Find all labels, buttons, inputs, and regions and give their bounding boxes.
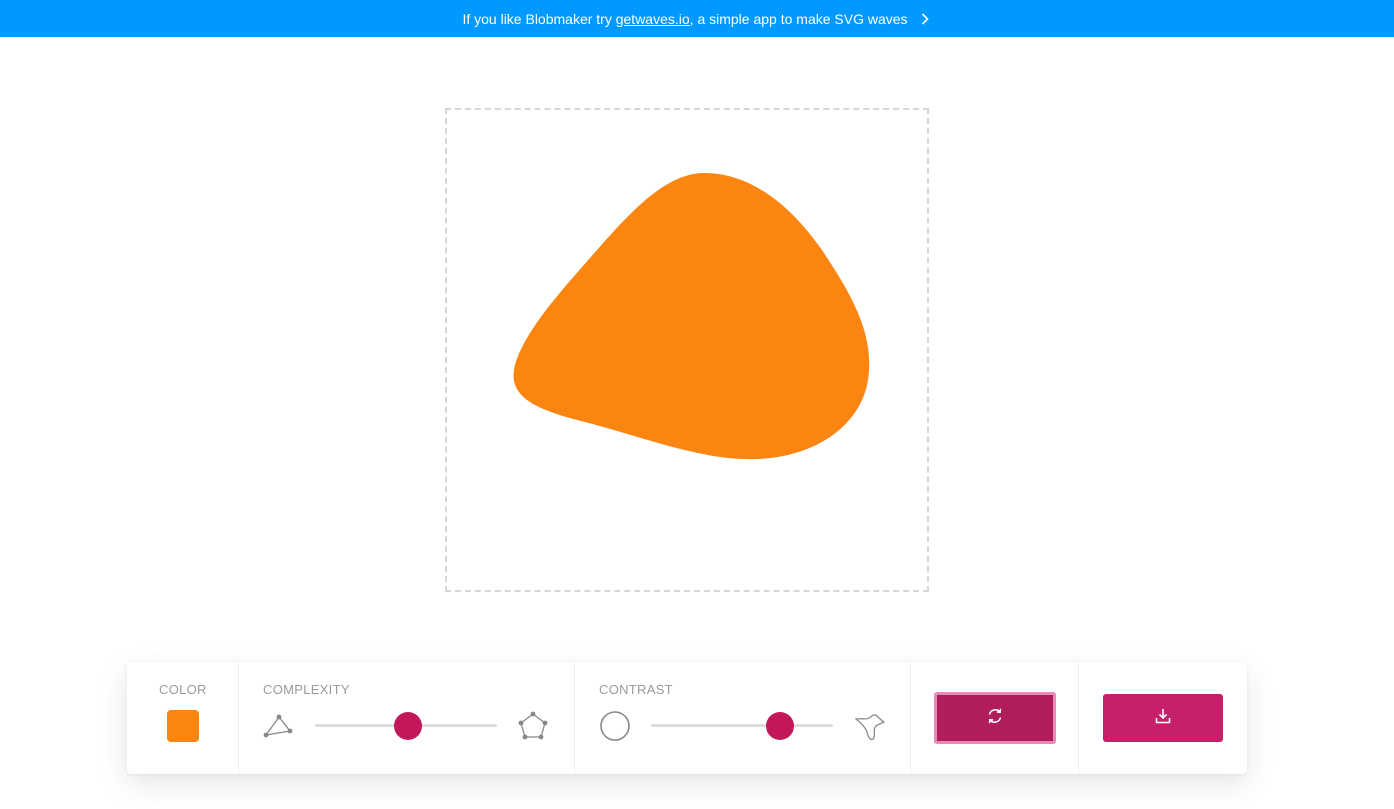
contrast-section: CONTRAST (575, 662, 911, 774)
blob-svg (513, 173, 870, 460)
top-banner[interactable]: If you like Blobmaker try getwaves.io, a… (0, 0, 1394, 37)
download-icon (1154, 707, 1172, 730)
randomize-section (911, 662, 1079, 774)
contrast-slider-thumb[interactable] (766, 712, 795, 740)
color-section: COLOR (127, 662, 239, 774)
complexity-slider-thumb[interactable] (393, 712, 422, 740)
spiky-blob-icon (853, 710, 886, 742)
color-label: COLOR (159, 682, 207, 697)
getwaves-link[interactable]: getwaves.io (616, 11, 690, 27)
contrast-slider-track[interactable] (651, 724, 833, 727)
banner-text-before: If you like Blobmaker try (462, 10, 616, 27)
pentagon-nodes-icon (517, 710, 549, 742)
download-button[interactable] (1103, 694, 1223, 742)
controls-panel: COLOR COMPLEXITY CONTRAST (127, 662, 1247, 774)
randomize-button[interactable] (934, 692, 1056, 744)
refresh-icon (986, 707, 1004, 730)
complexity-section: COMPLEXITY (239, 662, 575, 774)
download-section (1079, 662, 1247, 774)
circle-icon (599, 710, 631, 742)
triangle-nodes-icon (261, 710, 293, 742)
blob-canvas (445, 108, 929, 592)
banner-text-after: , a simple app to make SVG waves (689, 10, 908, 27)
blob-shape (513, 173, 870, 460)
chevron-right-icon[interactable] (918, 12, 932, 26)
contrast-label: CONTRAST (599, 682, 673, 697)
complexity-label: COMPLEXITY (263, 682, 350, 697)
color-swatch[interactable] (167, 710, 199, 742)
